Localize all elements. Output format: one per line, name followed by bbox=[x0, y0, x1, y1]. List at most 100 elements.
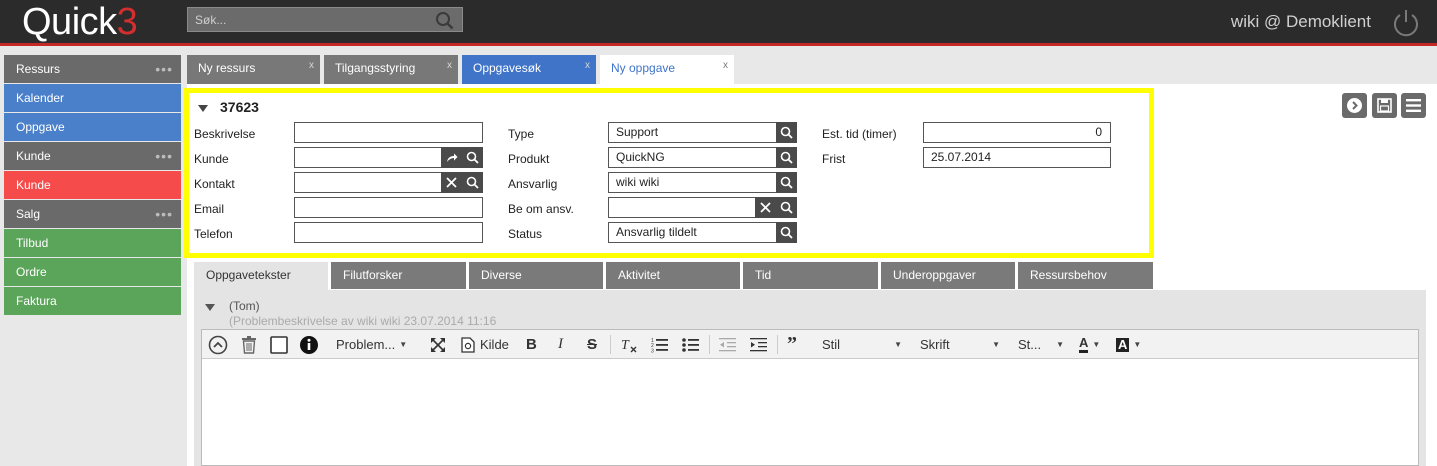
tab-filutforsker[interactable]: Filutforsker bbox=[331, 262, 466, 289]
strikethrough-icon[interactable]: S bbox=[587, 334, 597, 355]
kontakt-label: Kontakt bbox=[194, 177, 235, 191]
toolbar-divider bbox=[610, 335, 611, 354]
trash-icon[interactable] bbox=[239, 334, 259, 355]
problem-description-meta: (Problembeskrivelse av wiki wiki 23.07.2… bbox=[229, 314, 497, 328]
toolbar-divider bbox=[777, 335, 778, 354]
search-icon[interactable] bbox=[462, 147, 483, 168]
frist-field[interactable]: 25.07.2014 bbox=[923, 147, 1111, 168]
svg-text:T: T bbox=[621, 338, 630, 353]
search-icon[interactable] bbox=[776, 222, 797, 243]
search-icon[interactable] bbox=[435, 11, 454, 33]
numbered-list-icon[interactable]: 123 bbox=[651, 334, 669, 355]
background-color-icon[interactable]: A ▼ bbox=[1116, 334, 1141, 355]
save-icon[interactable] bbox=[1372, 93, 1397, 118]
search-icon[interactable] bbox=[776, 147, 797, 168]
font-label: Skrift bbox=[920, 337, 950, 352]
style-dropdown[interactable]: Stil ▼ bbox=[822, 334, 902, 355]
bold-icon[interactable]: B bbox=[526, 334, 537, 355]
maximize-icon[interactable] bbox=[430, 334, 446, 355]
be-om-ansv-field[interactable] bbox=[608, 197, 797, 218]
beskrivelse-field[interactable] bbox=[294, 122, 483, 143]
sidebar-section-salg[interactable]: Salg ••• bbox=[4, 200, 181, 228]
clear-icon[interactable] bbox=[441, 172, 462, 193]
outdent-icon[interactable] bbox=[719, 334, 737, 355]
template-dropdown[interactable]: Problem... ▼ bbox=[336, 334, 407, 355]
search-icon[interactable] bbox=[776, 122, 797, 143]
tab-tid[interactable]: Tid bbox=[743, 262, 878, 289]
app-header: Quick3 wiki @ Demoklient bbox=[0, 0, 1437, 46]
status-field[interactable]: Ansvarlig tildelt bbox=[608, 222, 797, 243]
sidebar-item-kunde[interactable]: Kunde bbox=[4, 171, 181, 199]
search-icon[interactable] bbox=[462, 172, 483, 193]
tab-ny-ressurs[interactable]: Ny ressurs x bbox=[187, 55, 320, 84]
next-icon[interactable] bbox=[1342, 93, 1367, 118]
size-dropdown[interactable]: St... ▼ bbox=[1018, 334, 1064, 355]
sidebar-item-tilbud[interactable]: Tilbud bbox=[4, 229, 181, 257]
font-dropdown[interactable]: Skrift ▼ bbox=[920, 334, 1000, 355]
source-label: Kilde bbox=[480, 337, 509, 352]
tab-oppgavesok[interactable]: Oppgavesøk x bbox=[462, 55, 596, 84]
close-icon[interactable]: x bbox=[447, 52, 452, 79]
search-icon[interactable] bbox=[776, 172, 797, 193]
indent-icon[interactable] bbox=[750, 334, 768, 355]
info-icon[interactable] bbox=[299, 334, 319, 355]
task-id[interactable]: 37623 bbox=[198, 99, 259, 115]
bullet-list-icon[interactable] bbox=[682, 334, 700, 355]
sidebar-item-kalender[interactable]: Kalender bbox=[4, 84, 181, 112]
status-label: Status bbox=[508, 227, 543, 241]
type-field[interactable]: Support bbox=[608, 122, 797, 143]
sidebar-item-label: Salg bbox=[16, 207, 41, 221]
close-icon[interactable]: x bbox=[585, 52, 590, 79]
more-icon[interactable]: ••• bbox=[155, 142, 173, 170]
email-field[interactable] bbox=[294, 197, 483, 218]
telefon-field[interactable] bbox=[294, 222, 483, 243]
collapse-icon[interactable] bbox=[205, 304, 215, 311]
kunde-field[interactable] bbox=[294, 147, 483, 168]
power-icon[interactable] bbox=[1391, 7, 1421, 40]
blockquote-icon[interactable]: ” bbox=[787, 333, 797, 355]
ansvarlig-field[interactable]: wiki wiki bbox=[608, 172, 797, 193]
tab-oppgavetekster[interactable]: Oppgavetekster bbox=[194, 262, 328, 291]
more-icon[interactable]: ••• bbox=[155, 55, 173, 83]
sidebar-item-label: Kunde bbox=[16, 178, 51, 192]
tab-aktivitet[interactable]: Aktivitet bbox=[606, 262, 740, 289]
close-icon[interactable]: x bbox=[723, 52, 728, 79]
sidebar-item-ordre[interactable]: Ordre bbox=[4, 258, 181, 286]
checkbox-icon[interactable] bbox=[270, 334, 288, 355]
tab-underoppgaver[interactable]: Underoppgaver bbox=[881, 262, 1015, 289]
sidebar-item-oppgave[interactable]: Oppgave bbox=[4, 113, 181, 141]
produkt-label: Produkt bbox=[508, 152, 550, 166]
task-form: 37623 Beskrivelse Kunde Kontakt Email Te… bbox=[184, 88, 1154, 258]
collapse-icon[interactable] bbox=[198, 104, 208, 112]
kontakt-field[interactable] bbox=[294, 172, 483, 193]
goto-icon[interactable] bbox=[441, 147, 462, 168]
tab-ny-oppgave[interactable]: Ny oppgave x bbox=[600, 55, 734, 84]
menu-icon[interactable] bbox=[1401, 93, 1426, 118]
sidebar-section-ressurs[interactable]: Ressurs ••• bbox=[4, 55, 181, 83]
ansvarlig-label: Ansvarlig bbox=[508, 177, 558, 191]
chevron-down-icon: ▼ bbox=[399, 340, 408, 349]
editor-content-area[interactable] bbox=[202, 359, 1418, 465]
be-om-ansv-label: Be om ansv. bbox=[508, 202, 574, 216]
produkt-field[interactable]: QuickNG bbox=[608, 147, 797, 168]
source-button[interactable]: Kilde bbox=[461, 334, 509, 355]
collapse-up-icon[interactable] bbox=[208, 334, 228, 355]
tab-diverse[interactable]: Diverse bbox=[469, 262, 603, 289]
chevron-down-icon: ▼ bbox=[992, 340, 1000, 349]
template-label: Problem... bbox=[336, 337, 396, 352]
tab-tilgangsstyring[interactable]: Tilgangsstyring x bbox=[324, 55, 458, 84]
sidebar-item-faktura[interactable]: Faktura bbox=[4, 287, 181, 315]
sidebar-section-kunde[interactable]: Kunde ••• bbox=[4, 142, 181, 170]
close-icon[interactable]: x bbox=[309, 52, 314, 79]
text-color-icon[interactable]: A ▼ bbox=[1079, 334, 1100, 355]
more-icon[interactable]: ••• bbox=[155, 200, 173, 228]
est-tid-field[interactable]: 0 bbox=[923, 122, 1111, 143]
clear-icon[interactable] bbox=[755, 197, 776, 218]
task-id-text: 37623 bbox=[220, 99, 259, 115]
tab-ressursbehov[interactable]: Ressursbehov bbox=[1018, 262, 1153, 289]
italic-icon[interactable]: I bbox=[558, 334, 563, 355]
search-icon[interactable] bbox=[776, 197, 797, 218]
app-logo[interactable]: Quick3 bbox=[22, 0, 138, 44]
remove-format-icon[interactable]: T bbox=[620, 334, 638, 355]
search-input[interactable] bbox=[188, 8, 428, 31]
